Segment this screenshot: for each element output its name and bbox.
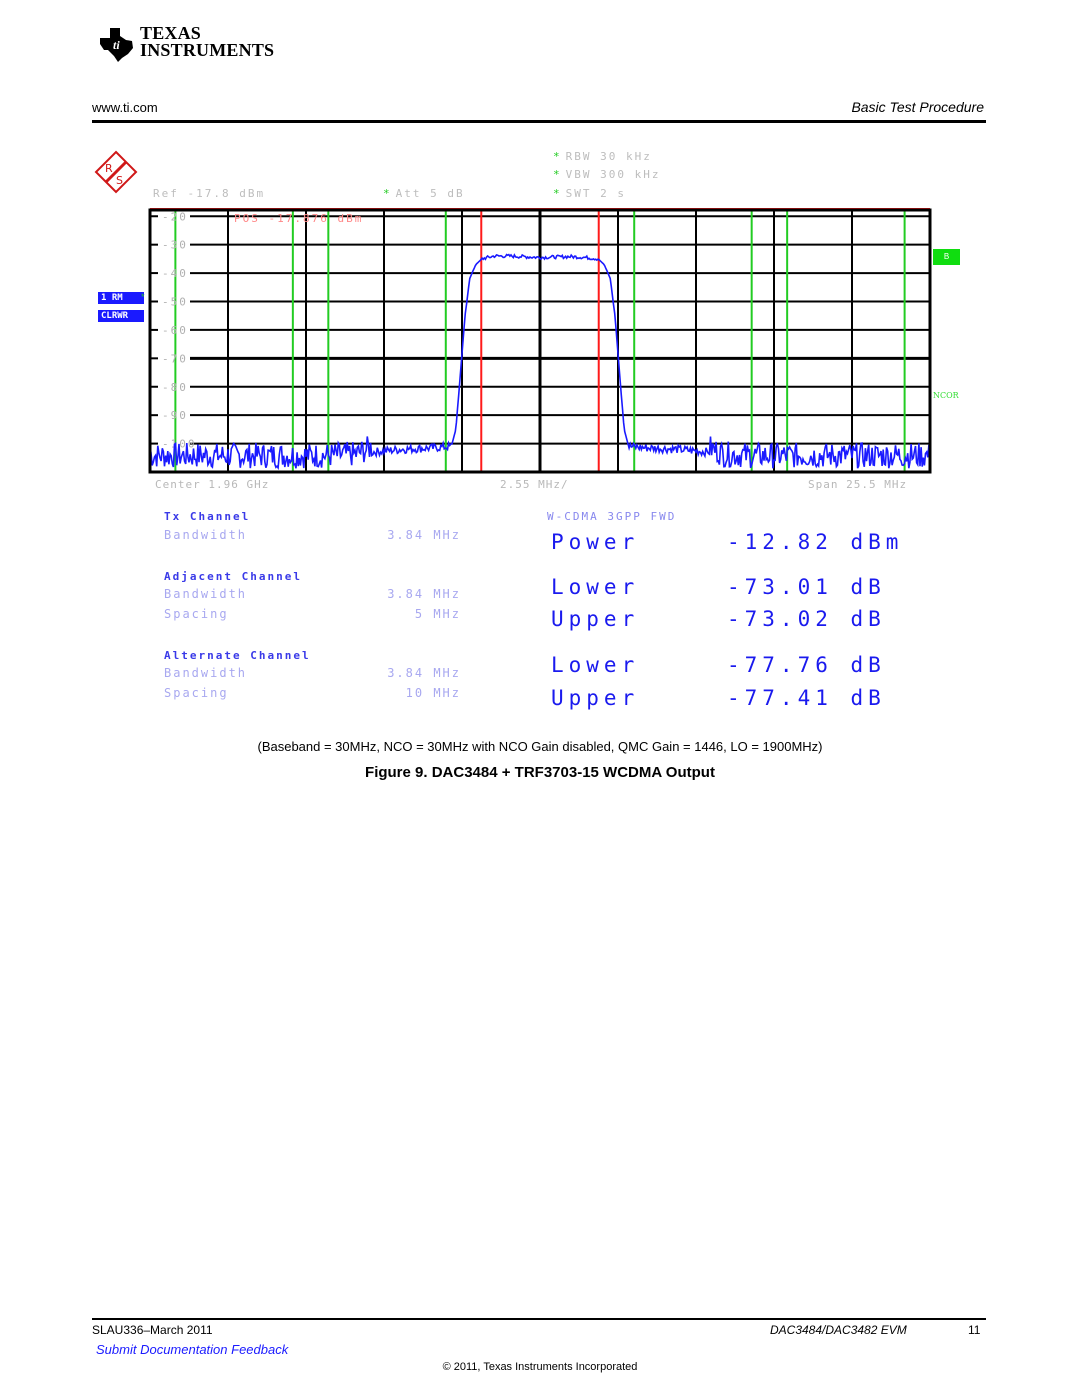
- adjacent-bandwidth-label: Bandwidth: [164, 587, 248, 601]
- trace-clrwr-badge: CLRWR: [98, 310, 144, 322]
- result-value: -77.41 dB: [727, 686, 886, 710]
- result-label: Power: [551, 530, 640, 554]
- section-title: Basic Test Procedure: [851, 99, 984, 115]
- result-value: -73.02 dB: [727, 607, 886, 631]
- ref-level: Ref -17.8 dBm: [153, 187, 266, 200]
- vbw-setting: * VBW 300 kHz: [553, 168, 661, 181]
- sweep-time-setting: * SWT 2 s: [553, 187, 626, 200]
- y-tick-label: -90: [162, 409, 188, 422]
- y-tick-label: -20: [162, 210, 188, 223]
- per-division: 2.55 MHz/: [500, 478, 569, 491]
- y-tick-label: -70: [162, 352, 188, 365]
- footer-rule: [92, 1318, 986, 1320]
- tx-bandwidth-label: Bandwidth: [164, 528, 248, 542]
- result-label: Lower: [551, 575, 640, 599]
- tx-channel-heading: Tx Channel: [164, 510, 251, 523]
- y-tick-label: -30: [162, 239, 188, 252]
- result-label: Upper: [551, 607, 640, 631]
- y-tick-label: -80: [162, 381, 188, 394]
- trace-mode-badge: 1 RM: [98, 292, 144, 304]
- figure-title: Figure 9. DAC3484 + TRF3703-15 WCDMA Out…: [365, 764, 715, 781]
- texas-state-icon: ti: [100, 28, 133, 62]
- tx-bandwidth-value: 3.84 MHz: [387, 528, 461, 542]
- result-value: -12.82 dBm: [727, 530, 904, 554]
- marker-readout: POS -17.876 dBm: [234, 212, 363, 225]
- document-id: SLAU336–March 2011: [92, 1323, 213, 1337]
- span: Span 25.5 MHz: [808, 478, 908, 491]
- alternate-bandwidth-label: Bandwidth: [164, 666, 248, 680]
- right-status-badge: B: [933, 249, 960, 265]
- adjacent-spacing-label: Spacing: [164, 607, 229, 621]
- alternate-spacing-value: 10 MHz: [405, 686, 461, 700]
- result-value: -73.01 dB: [727, 575, 886, 599]
- ti-wordmark: Texas Instruments: [140, 24, 275, 60]
- y-tick-label: -40: [162, 267, 188, 280]
- alternate-channel-heading: Alternate Channel: [164, 649, 311, 662]
- result-value: -77.76 dB: [727, 653, 886, 677]
- ti-logo: ti Texas Instruments: [96, 24, 274, 64]
- adjacent-bandwidth-value: 3.84 MHz: [387, 587, 461, 601]
- ncor-label: NCOR: [933, 391, 959, 400]
- result-label: Upper: [551, 686, 640, 710]
- standard-label: W-CDMA 3GPP FWD: [547, 510, 677, 523]
- rbw-setting: * RBW 30 kHz: [553, 150, 652, 163]
- site-url[interactable]: www.ti.com: [92, 100, 158, 115]
- y-tick-label: -50: [162, 296, 188, 309]
- spectrum-chart: -20-30-40-50-60-70-80-90-100 POS -17.876…: [148, 208, 932, 474]
- page-number: 11: [968, 1323, 981, 1337]
- adjacent-spacing-value: 5 MHz: [414, 607, 461, 621]
- document-title: DAC3484/DAC3482 EVM: [770, 1323, 907, 1337]
- center-frequency: Center 1.96 GHz: [155, 478, 270, 491]
- alternate-spacing-label: Spacing: [164, 686, 229, 700]
- feedback-link[interactable]: Submit Documentation Feedback: [96, 1342, 288, 1357]
- figure-conditions: (Baseband = 30MHz, NCO = 30MHz with NCO …: [257, 739, 823, 754]
- adjacent-channel-heading: Adjacent Channel: [164, 570, 302, 583]
- svg-text:ti: ti: [113, 38, 120, 52]
- rohde-schwarz-logo-icon: R S: [94, 150, 138, 194]
- svg-text:R: R: [105, 162, 113, 175]
- attenuation-setting: * Att 5 dB: [383, 187, 465, 200]
- copyright: © 2011, Texas Instruments Incorporated: [442, 1361, 638, 1373]
- y-tick-label: -60: [162, 324, 188, 337]
- result-label: Lower: [551, 653, 640, 677]
- svg-text:S: S: [116, 174, 123, 187]
- alternate-bandwidth-value: 3.84 MHz: [387, 666, 461, 680]
- header-rule: [92, 120, 986, 123]
- brand-line-2: Instruments: [140, 40, 275, 60]
